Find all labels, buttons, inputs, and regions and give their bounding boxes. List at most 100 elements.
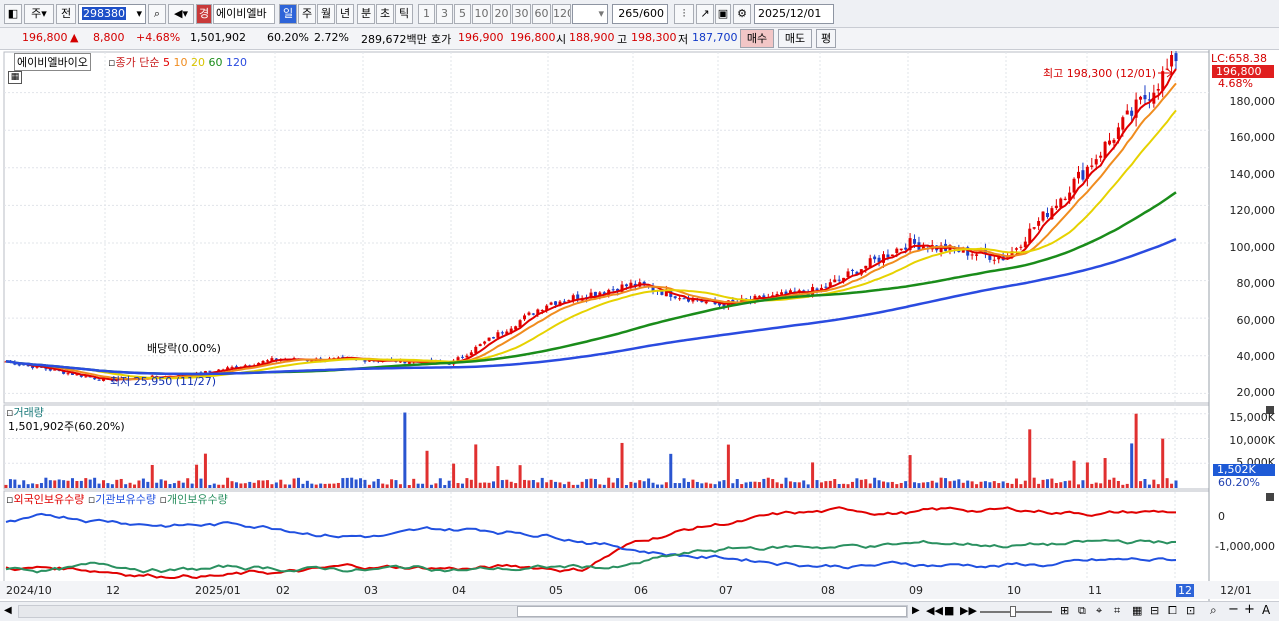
volume-bar — [939, 477, 943, 488]
volume-bar — [230, 481, 234, 488]
holdings-tick-0: 0 — [1218, 510, 1225, 523]
interval-3-button[interactable]: 3 — [436, 4, 453, 24]
prev-button[interactable]: 전 — [56, 4, 76, 24]
volume-bar — [208, 484, 212, 488]
save-icon[interactable]: ▣ — [715, 4, 731, 24]
zoom-out-icon[interactable]: − — [1228, 602, 1239, 617]
period-week-button[interactable]: 주 — [298, 4, 316, 24]
volume-bar — [443, 485, 447, 488]
zoom-slider[interactable] — [980, 611, 1052, 613]
stock-name-field[interactable]: 에이비엘바 — [213, 4, 275, 24]
volume-bar — [243, 483, 247, 488]
period-second-button[interactable]: 초 — [376, 4, 394, 24]
date-input[interactable]: 2025/12/01 ▦ — [754, 4, 834, 24]
interval-dropdown-icon[interactable]: ▾ — [598, 5, 604, 23]
period-tool-icon[interactable]: ⊟ — [1150, 604, 1159, 617]
volume-bar — [921, 482, 925, 488]
sell-button[interactable]: 매도 — [778, 29, 812, 48]
copy-icon[interactable]: ⧠ — [1168, 604, 1177, 618]
period-day-button[interactable]: 일 — [279, 4, 297, 24]
volume-value-label: 1,501,902주(60.20%) — [8, 420, 125, 433]
candle-body — [899, 248, 903, 251]
candle-body — [1094, 159, 1098, 165]
ruler-icon[interactable]: ⌗ — [1114, 604, 1120, 618]
code-dropdown-icon[interactable]: ▾ — [136, 5, 142, 23]
zoom-icon[interactable]: ⌕ — [1210, 603, 1217, 618]
interval-input[interactable]: ▾ — [572, 4, 608, 24]
horizontal-scrollbar[interactable] — [18, 605, 908, 618]
period-year-button[interactable]: 년 — [336, 4, 354, 24]
stock-code-input[interactable]: 298380 ▾ — [78, 4, 146, 24]
period-minute-button[interactable]: 분 — [357, 4, 375, 24]
buy-button[interactable]: 매수 — [740, 29, 774, 48]
eval-button[interactable]: 평 — [816, 29, 836, 48]
crosshair-icon[interactable]: ⌖ — [1096, 604, 1102, 618]
scrollbar-thumb[interactable] — [517, 606, 907, 617]
volume-bar — [1121, 484, 1125, 488]
zoom-in-icon[interactable]: + — [1244, 602, 1255, 617]
volume-bar — [150, 464, 154, 488]
candle-type-icon[interactable]: ⫶ — [674, 4, 694, 24]
candle-body — [230, 366, 234, 368]
period-type-select[interactable]: 주▾ — [24, 4, 54, 24]
candle-body — [93, 377, 97, 380]
chart-canvas[interactable] — [0, 50, 1279, 601]
holdings-panel-close-icon[interactable] — [1266, 493, 1274, 501]
volume-bar — [88, 479, 92, 488]
zoom-slider-handle[interactable] — [1010, 606, 1016, 617]
scroll-right-arrow-icon[interactable]: ▶ — [912, 605, 920, 616]
count-field[interactable]: 265/600 — [612, 4, 668, 24]
table-toggle-icon[interactable]: ▦ — [8, 71, 22, 84]
period-tick-button[interactable]: 틱 — [395, 4, 413, 24]
volume-bar — [549, 479, 553, 488]
volume-bar — [164, 480, 168, 488]
bottom-controls: ◀ ▶ ◀◀ ■ ▶▶ ⊞ ⧉ ⌖ ⌗ ▦ ⊟ ⧠ ⊡ ⌕ − + A — [0, 601, 1279, 621]
stop-icon[interactable]: ■ — [944, 604, 954, 617]
volume-bar — [775, 482, 779, 488]
x-label-08: 08 — [821, 584, 835, 597]
volume-bar — [119, 478, 123, 488]
grid-icon[interactable]: ▦ — [1132, 604, 1142, 617]
speaker-icon[interactable]: ◀▾ — [168, 4, 194, 24]
candle-body — [571, 295, 575, 301]
volume-bar — [660, 484, 664, 488]
split-icon[interactable]: ⧉ — [1078, 604, 1086, 618]
rewind-icon[interactable]: ◀◀ — [926, 604, 943, 617]
volume-bar — [642, 481, 646, 488]
interval-120-button[interactable]: 120 — [552, 4, 571, 24]
fast-forward-icon[interactable]: ▶▶ — [960, 604, 977, 617]
volume-bar — [288, 484, 292, 488]
period-month-button[interactable]: 월 — [317, 4, 335, 24]
interval-1-button[interactable]: 1 — [418, 4, 435, 24]
interval-20-button[interactable]: 20 — [492, 4, 511, 24]
price-tag-percent: 4.68% — [1218, 77, 1253, 90]
candle-body — [1099, 155, 1103, 158]
volume-bar — [678, 483, 682, 488]
interval-10-button[interactable]: 10 — [472, 4, 491, 24]
volume-bar — [1054, 482, 1058, 488]
export-icon[interactable]: ⊡ — [1186, 604, 1195, 617]
y-tick-80000: 80,000 — [1236, 277, 1276, 290]
volume-bar — [890, 481, 894, 488]
window-menu-icon[interactable]: ◧ — [4, 4, 22, 24]
volume-bar — [217, 484, 221, 488]
candle-body — [17, 364, 21, 366]
volume-bar — [1161, 438, 1165, 488]
chart-toolbar: ◧ 주▾ 전 298380 ▾ ⌕ ◀▾ 경 에이비엘바 일 주 월 년 분 초 … — [0, 0, 1279, 28]
draw-tool-icon[interactable]: ↗ — [696, 4, 714, 24]
settings-gear-icon[interactable]: ⚙ — [733, 4, 751, 24]
scroll-left-arrow-icon[interactable]: ◀ — [4, 605, 12, 616]
font-size-icon[interactable]: A — [1262, 603, 1270, 617]
volume-bar — [917, 483, 921, 488]
interval-60-button[interactable]: 60 — [532, 4, 551, 24]
candle-body — [1125, 110, 1129, 115]
candle-body — [1019, 246, 1023, 248]
volume-bar — [833, 479, 837, 488]
search-icon[interactable]: ⌕ — [148, 4, 166, 24]
layout-icon[interactable]: ⊞ — [1060, 604, 1069, 617]
interval-30-button[interactable]: 30 — [512, 4, 531, 24]
interval-5-button[interactable]: 5 — [454, 4, 471, 24]
volume-bar — [354, 479, 358, 488]
volume-bar — [873, 477, 877, 488]
calendar-icon[interactable]: ▦ — [820, 23, 830, 24]
